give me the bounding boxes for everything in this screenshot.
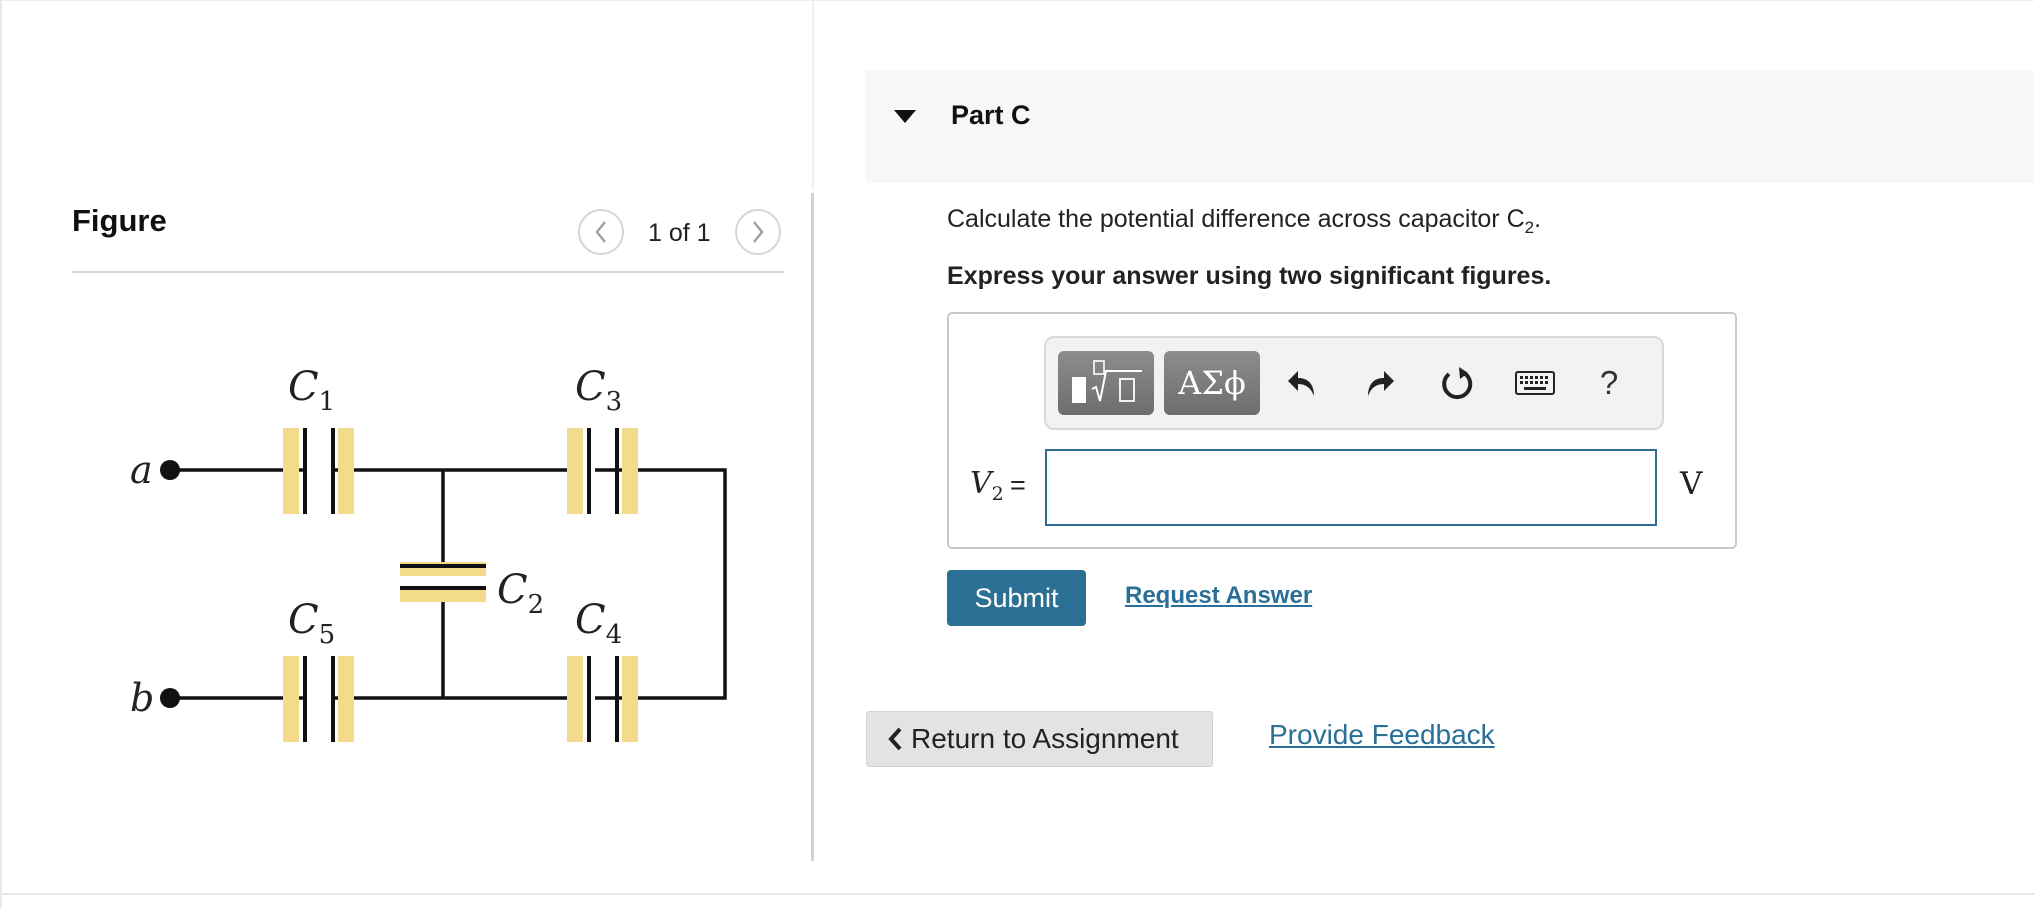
- keyboard-button[interactable]: [1512, 358, 1558, 408]
- variable-subscript: 2: [991, 483, 1004, 505]
- next-figure-button[interactable]: [735, 209, 781, 255]
- redo-button[interactable]: [1356, 358, 1402, 408]
- keyboard-icon: [1515, 371, 1555, 395]
- previous-figure-button[interactable]: [578, 209, 624, 255]
- c2-label: C2: [497, 567, 544, 620]
- top-border: [0, 0, 2034, 1]
- capacitor-c2: [400, 562, 486, 602]
- equals-sign: =: [1010, 470, 1026, 500]
- circuit-wires: [170, 468, 727, 700]
- terminal-b-node: [160, 688, 180, 708]
- panel-divider-top: [812, 0, 814, 190]
- request-answer-link[interactable]: Request Answer: [1125, 582, 1312, 610]
- part-title: Part C: [951, 100, 1031, 130]
- bottom-border: [0, 893, 2034, 895]
- templates-icon: [1072, 360, 1142, 403]
- templates-button[interactable]: [1058, 351, 1154, 415]
- return-label: Return to Assignment: [911, 723, 1179, 754]
- undo-button[interactable]: [1280, 358, 1326, 408]
- capacitor-plate-highlight: [400, 588, 486, 602]
- figure-pager: 1 of 1: [648, 219, 711, 247]
- c3-label: C3: [575, 364, 622, 417]
- capacitor-plate-highlight: [283, 656, 299, 742]
- capacitor-c5: [283, 656, 354, 742]
- panel-divider: [811, 193, 814, 861]
- capacitor-plate-highlight: [338, 656, 354, 742]
- provide-feedback-link[interactable]: Provide Feedback: [1269, 719, 1495, 751]
- part-header: [866, 70, 2034, 183]
- collapse-caret-icon[interactable]: [894, 110, 916, 123]
- question-suffix: .: [1534, 205, 1542, 233]
- variable-symbol: V: [970, 466, 992, 501]
- symbols-button[interactable]: ΑΣϕ: [1164, 351, 1260, 415]
- chevron-left-icon: [595, 221, 606, 243]
- math-toolbar: ΑΣϕ ?: [1044, 336, 1664, 430]
- reset-icon: [1442, 367, 1473, 400]
- submit-button[interactable]: Submit: [947, 570, 1086, 626]
- return-to-assignment-button[interactable]: Return to Assignment: [866, 711, 1213, 767]
- unit-label: V: [1680, 466, 1703, 502]
- capacitor-c1: [283, 428, 354, 514]
- capacitor-plate-highlight: [338, 428, 354, 514]
- redo-icon: [1368, 371, 1394, 396]
- chevron-right-icon: [753, 221, 764, 243]
- capacitor-plate-highlight: [283, 428, 299, 514]
- terminal-b-label: b: [130, 676, 154, 720]
- terminal-a-label: a: [130, 448, 153, 492]
- circuit-diagram: a b C1 C3 C2 C5 C4: [130, 364, 727, 742]
- capacitor-plate-highlight: [622, 428, 638, 514]
- chevron-left-icon: [888, 727, 902, 751]
- capacitor-plate-highlight: [567, 656, 583, 742]
- question-subscript: 2: [1524, 218, 1535, 237]
- reset-button[interactable]: [1434, 358, 1480, 408]
- left-border: [0, 0, 2, 908]
- terminal-a-node: [160, 460, 180, 480]
- capacitor-plate-highlight: [567, 428, 583, 514]
- question-prefix: Calculate the potential difference acros…: [947, 205, 1525, 233]
- answer-input[interactable]: [1045, 449, 1657, 526]
- c4-label: C4: [575, 597, 622, 650]
- figure-title: Figure: [72, 203, 167, 238]
- c1-label: C1: [288, 364, 335, 417]
- undo-icon: [1288, 371, 1314, 396]
- instruction-text: Express your answer using two significan…: [947, 262, 1552, 290]
- help-button[interactable]: ?: [1586, 358, 1632, 408]
- variable-label: V2: [970, 466, 1004, 505]
- figure-divider: [72, 271, 784, 273]
- question-text: Calculate the potential difference acros…: [947, 205, 1541, 238]
- capacitor-plate-highlight: [622, 656, 638, 742]
- c5-label: C5: [288, 597, 335, 650]
